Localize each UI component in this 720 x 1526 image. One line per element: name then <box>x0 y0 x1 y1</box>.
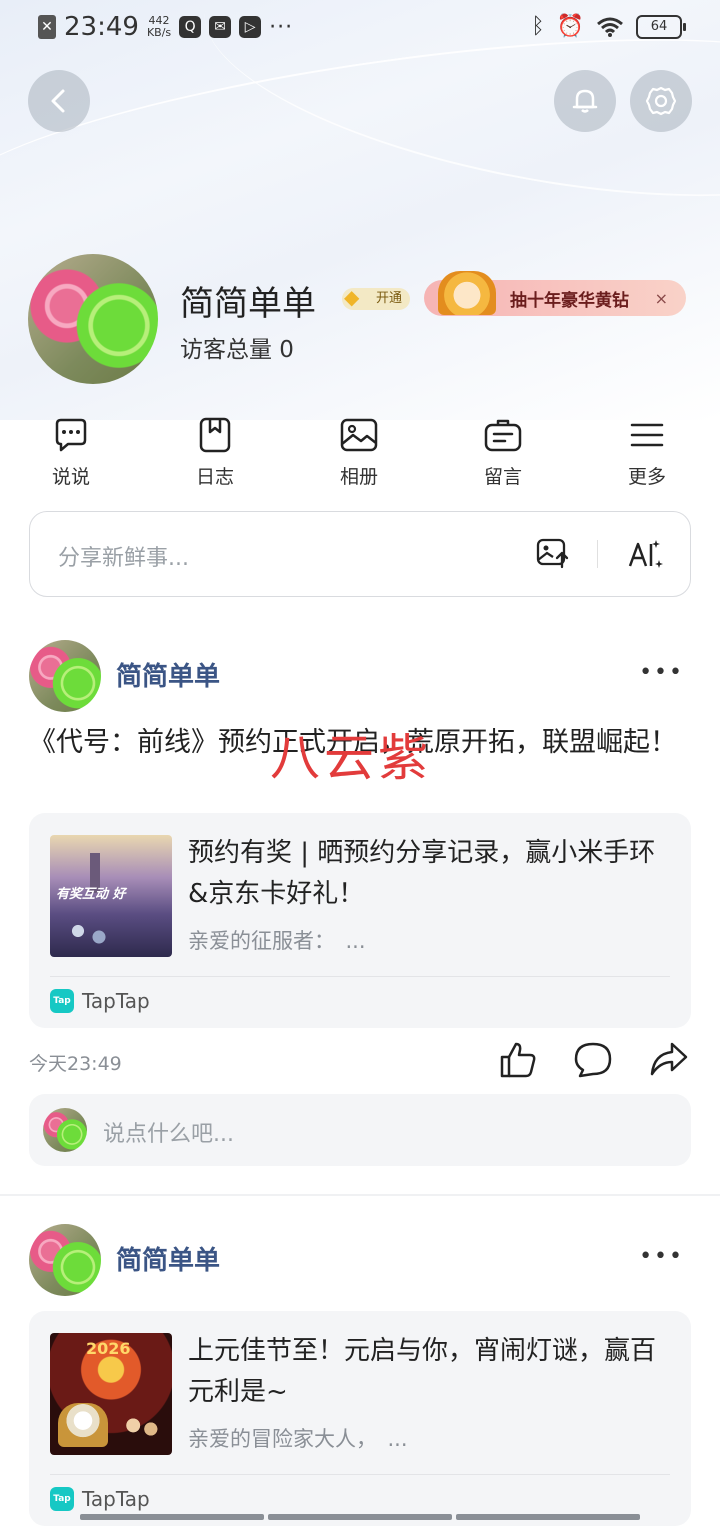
post-author-avatar[interactable] <box>29 1224 101 1296</box>
vip-open-label: 开通 <box>376 291 403 306</box>
promo-text: 抽十年豪华黄钻 <box>510 290 629 311</box>
gear-icon <box>645 86 677 116</box>
status-bar: ✕ 23:49 442 KB/s Q ✉ ▷ ··· ᛒ ⏰ 64 <box>0 0 720 56</box>
card-source: Tap TapTap <box>50 1487 150 1511</box>
card-title: 上元佳节至！元启与你，宵闹灯谜，赢百元利是~ <box>188 1336 657 1407</box>
network-speed-unit: KB/s <box>146 26 172 39</box>
ai-magic-icon[interactable] <box>626 536 664 572</box>
comment-placeholder: 说点什么吧... <box>103 1122 234 1147</box>
post-author-avatar[interactable] <box>29 640 101 712</box>
progress-segment <box>80 1514 264 1520</box>
shared-link-card[interactable]: 有奖互动 好 预约有奖 | 晒预约分享记录，赢小米手环&京东卡好礼！ 亲爱的征服… <box>29 813 691 1028</box>
share-input-box[interactable]: 分享新鲜事... <box>29 511 691 597</box>
card-source-name: TapTap <box>82 1487 150 1511</box>
promo-close-icon[interactable]: × <box>655 289 668 308</box>
bookmark-note-icon <box>199 417 231 453</box>
quick-nav-more[interactable]: 更多 <box>602 414 692 489</box>
card-description: 亲爱的冒险家大人， ... <box>188 1427 408 1451</box>
diamond-icon: ◆ <box>344 285 360 309</box>
card-divider <box>50 1474 670 1475</box>
post-time: 今天23:49 <box>29 1053 122 1075</box>
quick-nav-label: 更多 <box>627 466 666 488</box>
bell-icon <box>572 89 598 113</box>
thumb-figures <box>60 915 120 955</box>
progress-segment <box>456 1514 640 1520</box>
mail-icon: ✉ <box>209 16 232 38</box>
profile-avatar[interactable] <box>28 254 158 384</box>
post-more-icon[interactable]: ••• <box>639 660 684 685</box>
post-author-name[interactable]: 简简单单 <box>116 1240 220 1277</box>
quick-nav-message[interactable]: 留言 <box>458 414 548 489</box>
menu-icon <box>630 423 664 447</box>
taptap-logo-icon: Tap <box>50 1487 74 1511</box>
card-thumbnail: 有奖互动 好 <box>50 835 172 957</box>
watermark: 八云紫 <box>270 729 432 787</box>
promo-character-image <box>438 271 496 315</box>
share-placeholder: 分享新鲜事... <box>58 546 189 571</box>
quick-nav-diary[interactable]: 日志 <box>170 414 260 489</box>
like-icon[interactable] <box>498 1040 538 1080</box>
chat-bubble-icon <box>55 418 87 452</box>
comment-input-box[interactable]: 说点什么吧... <box>29 1094 691 1166</box>
post-actions <box>498 1040 690 1080</box>
battery-indicator: 64 <box>636 14 686 39</box>
quick-nav-shuoshuo[interactable]: 说说 <box>26 414 116 489</box>
message-board-icon <box>484 419 522 452</box>
profile-name: 简简单单 <box>180 284 316 324</box>
back-button[interactable] <box>28 70 90 132</box>
card-divider <box>50 976 670 977</box>
shared-link-card[interactable]: 2026 上元佳节至！元启与你，宵闹灯谜，赢百元利是~ 亲爱的冒险家大人， ..… <box>29 1311 691 1526</box>
app-q-icon: Q <box>179 16 202 38</box>
thumb-lion-dance <box>58 1403 108 1447</box>
taptap-logo-icon: Tap <box>50 989 74 1013</box>
alarm-icon: ⏰ <box>556 14 584 39</box>
card-description: 亲爱的征服者： ... <box>188 929 366 953</box>
image-icon <box>340 418 378 452</box>
post-separator <box>0 1194 720 1196</box>
comment-avatar <box>43 1108 87 1152</box>
thumb-people <box>120 1411 164 1447</box>
promo-banner[interactable]: 抽十年豪华黄钻 × <box>424 271 686 316</box>
card-thumbnail: 2026 <box>50 1333 172 1455</box>
chevron-left-icon <box>51 89 65 113</box>
quick-nav-label: 日志 <box>195 466 234 488</box>
share-divider <box>597 540 598 568</box>
vip-open-badge[interactable]: ◆ 开通 <box>342 285 411 310</box>
quick-nav-label: 留言 <box>483 466 522 488</box>
notification-x-icon: ✕ <box>38 15 56 39</box>
share-icon[interactable] <box>648 1040 690 1080</box>
status-time: 23:49 <box>64 12 139 42</box>
card-title: 预约有奖 | 晒预约分享记录，赢小米手环&京东卡好礼！ <box>188 838 656 909</box>
bottom-progress-bars <box>80 1514 640 1520</box>
settings-button[interactable] <box>630 70 692 132</box>
quick-nav-label: 说说 <box>51 466 90 488</box>
more-notifications-icon: ··· <box>269 14 294 40</box>
play-icon: ▷ <box>239 16 262 38</box>
notifications-button[interactable] <box>554 70 616 132</box>
network-speed: 442 KB/s <box>147 15 171 39</box>
quick-nav-label: 相册 <box>339 466 378 488</box>
quick-nav: 说说 日志 相册 留言 更多 <box>0 414 720 494</box>
quick-nav-album[interactable]: 相册 <box>314 414 404 489</box>
post-author-name[interactable]: 简简单单 <box>116 656 220 693</box>
post-more-icon[interactable]: ••• <box>639 1244 684 1269</box>
progress-segment <box>268 1514 452 1520</box>
image-upload-icon[interactable] <box>536 537 570 569</box>
card-source-name: TapTap <box>82 989 150 1013</box>
wifi-icon <box>597 17 623 37</box>
comment-icon[interactable] <box>572 1040 614 1080</box>
thumb-caption: 有奖互动 好 <box>56 887 126 902</box>
card-source: Tap TapTap <box>50 989 150 1013</box>
bluetooth-icon: ᛒ <box>531 14 545 39</box>
visitor-count: 访客总量 0 <box>180 337 294 363</box>
thumb-year: 2026 <box>86 1339 131 1358</box>
